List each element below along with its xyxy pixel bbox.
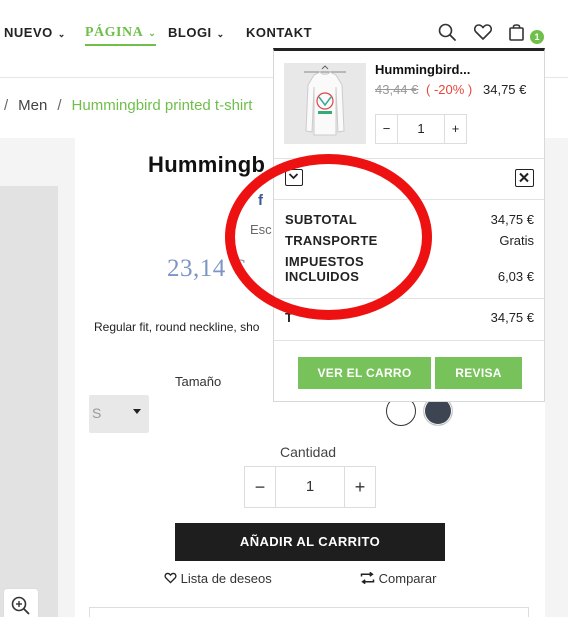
compare-link[interactable]: Comparar — [360, 571, 436, 586]
cart-item-discount: ( -20% ) — [426, 82, 473, 97]
remove-item-button[interactable] — [515, 169, 534, 187]
nav-item-label: BLOGI — [168, 25, 212, 40]
close-icon — [519, 172, 529, 183]
nav-item-label: NUEVO — [4, 25, 53, 40]
chevron-down-icon: ⌄ — [148, 28, 157, 38]
subtotal-value: 34,75 € — [490, 212, 534, 227]
wishlist-label: Lista de deseos — [180, 571, 272, 586]
nav-item-label: KONTAKT — [246, 25, 313, 40]
cart-item-decrease-button[interactable]: − — [376, 115, 398, 143]
size-select[interactable]: S — [89, 395, 149, 433]
tshirt-image — [304, 65, 346, 136]
quantity-input[interactable]: 1 — [276, 467, 344, 507]
size-selected-value: S — [92, 405, 102, 421]
zoom-button[interactable] — [3, 588, 39, 617]
checkout-button[interactable]: REVISA — [435, 357, 522, 389]
add-to-cart-button[interactable]: AÑADIR AL CARRITO — [175, 523, 445, 561]
quantity-stepper: − 1 + — [244, 466, 376, 508]
breadcrumb-item-men[interactable]: Men — [18, 97, 47, 114]
product-tabs-box — [89, 607, 529, 617]
product-image[interactable] — [0, 186, 58, 617]
cart-item-quantity-stepper: − 1 + — [375, 114, 467, 144]
view-cart-button[interactable]: VER EL CARRO — [298, 357, 431, 389]
divider — [274, 340, 544, 341]
shopping-bag-icon[interactable] — [507, 22, 527, 42]
nav-item-label: PÁGINA — [85, 25, 144, 40]
heart-icon[interactable] — [473, 22, 493, 42]
shipping-value: Gratis — [499, 233, 534, 248]
breadcrumb-separator: / — [57, 97, 62, 114]
nav-item-nuevo[interactable]: NUEVO ⌄ — [4, 25, 66, 40]
nav-item-blogi[interactable]: BLOGI ⌄ — [168, 25, 225, 40]
quantity-increase-button[interactable]: + — [344, 467, 375, 507]
cart-count-badge: 1 — [530, 30, 544, 44]
compare-label: Comparar — [378, 571, 437, 586]
cart-item-increase-button[interactable]: + — [444, 115, 466, 143]
size-label: Tamaño — [175, 374, 222, 389]
cart-item-name[interactable]: Hummingbird... — [375, 62, 470, 77]
annotation-circle — [225, 154, 432, 320]
nav-item-kontakt[interactable]: KONTAKT — [246, 25, 312, 40]
heart-icon — [164, 572, 177, 584]
cart-item-quantity[interactable]: 1 — [398, 115, 444, 143]
quantity-label: Cantidad — [280, 444, 337, 460]
breadcrumb: / Men / Hummingbird printed t-shirt — [0, 97, 252, 114]
zoom-in-icon — [11, 596, 30, 615]
taxes-value: 6,03 € — [497, 269, 534, 284]
product-description: Regular fit, round neckline, sho — [94, 320, 260, 334]
breadcrumb-current[interactable]: Hummingbird printed t-shirt — [72, 97, 253, 114]
breadcrumb-separator: / — [4, 97, 9, 114]
wishlist-link[interactable]: Lista de deseos — [164, 571, 272, 586]
caret-down-icon — [133, 409, 141, 414]
compare-arrows-icon — [360, 571, 375, 585]
nav-item-pagina[interactable]: PÁGINA ⌄ — [85, 25, 157, 46]
cart-item-price: 34,75 € — [483, 82, 527, 97]
search-icon[interactable] — [437, 22, 457, 42]
total-value: 34,75 € — [490, 310, 534, 325]
chevron-down-icon: ⌄ — [57, 29, 66, 39]
cart-item-thumbnail[interactable] — [284, 63, 366, 144]
quantity-decrease-button[interactable]: − — [245, 467, 276, 507]
chevron-down-icon: ⌄ — [216, 29, 225, 39]
product-title: Hummingb — [148, 152, 266, 177]
cart-item-old-price: 43,44 € — [375, 82, 419, 97]
